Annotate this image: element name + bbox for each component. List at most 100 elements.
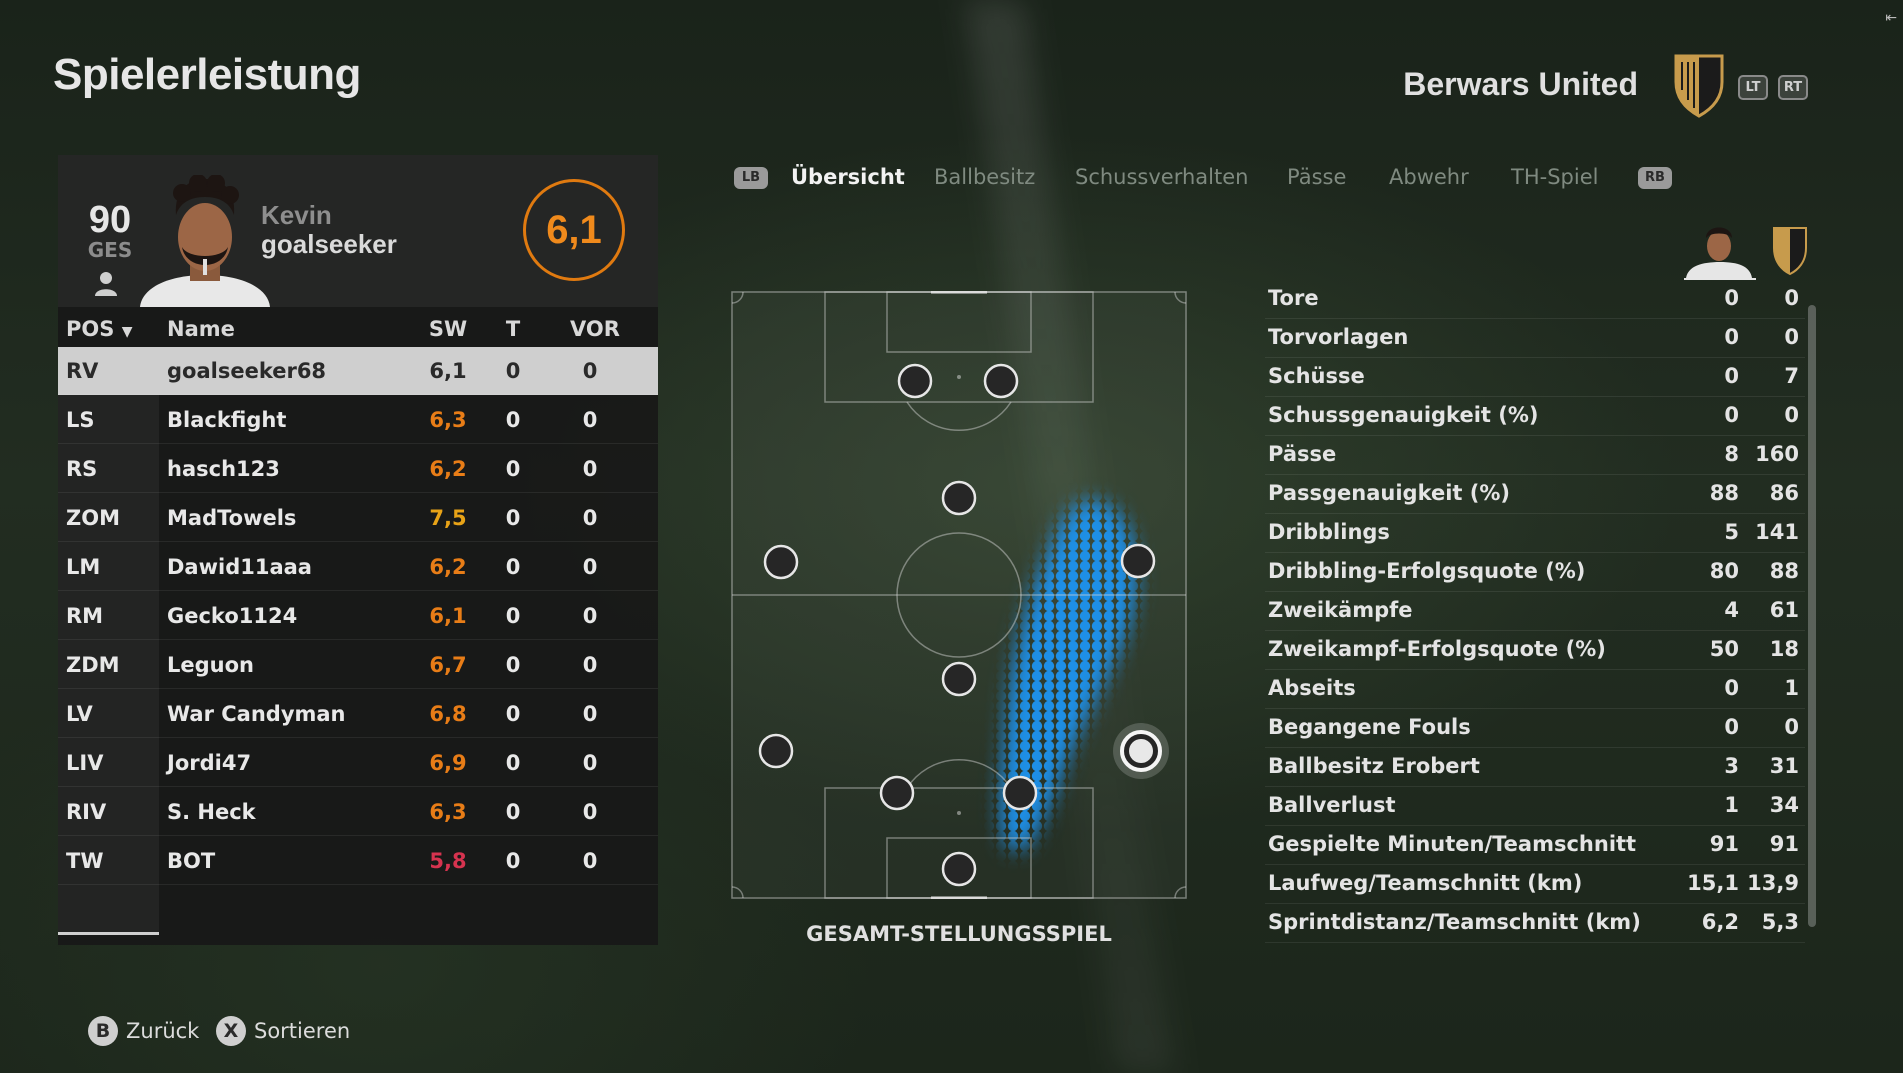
stat-team-value: 0 (1784, 325, 1799, 349)
tab-schussverhalten[interactable]: Schussverhalten (1075, 165, 1248, 189)
row-assists: 0 (582, 702, 598, 726)
marker-zdm (941, 661, 977, 697)
tab-ballbesitz[interactable]: Ballbesitz (934, 165, 1035, 189)
table-row[interactable]: LV War Candyman 6,8 0 0 (58, 690, 658, 738)
marker-lm (763, 544, 799, 580)
stat-row: Schussgenauigkeit (%) 0 0 (1265, 397, 1805, 436)
row-position: RS (66, 457, 98, 481)
marker-liv (879, 775, 915, 811)
stat-player-value: 4 (1724, 598, 1739, 622)
marker-rs (983, 363, 1019, 399)
table-row[interactable]: LIV Jordi47 6,9 0 0 (58, 739, 658, 787)
stat-row: Gespielte Minuten/Teamschnitt 91 91 (1265, 826, 1805, 865)
marker-tw (941, 851, 977, 887)
exit-icon: ⇤ (1885, 10, 1897, 26)
row-player-name: Dawid11aaa (167, 555, 312, 579)
player-avatar (140, 175, 270, 307)
stat-label: Ballbesitz Erobert (1268, 754, 1480, 778)
lb-bumper-button[interactable]: LB (734, 167, 768, 189)
stat-label: Sprintdistanz/Teamschnitt (km) (1268, 910, 1641, 934)
player-avatar-icon (1684, 227, 1756, 280)
stat-player-value: 0 (1724, 676, 1739, 700)
stats-scrollbar[interactable] (1808, 305, 1816, 927)
rt-trigger-button[interactable]: RT (1778, 75, 1808, 100)
table-row[interactable]: RIV S. Heck 6,3 0 0 (58, 788, 658, 836)
tab-abwehr[interactable]: Abwehr (1389, 165, 1469, 189)
row-goals: 0 (505, 555, 521, 579)
row-goals: 0 (505, 604, 521, 628)
row-assists: 0 (582, 359, 598, 383)
player-ratings-panel: 90 GES Kevin goalseeker 6,1 POS ▼ Name S… (58, 155, 658, 945)
stat-team-value: 141 (1755, 520, 1799, 544)
row-assists: 0 (582, 408, 598, 432)
stat-label: Ballverlust (1268, 793, 1396, 817)
stat-row: Begangene Fouls 0 0 (1265, 709, 1805, 748)
table-row[interactable]: RV goalseeker68 6,1 0 0 (58, 347, 658, 395)
table-row[interactable]: RM Gecko1124 6,1 0 0 (58, 592, 658, 640)
stat-player-value: 0 (1724, 325, 1739, 349)
club-name: Berwars United (1403, 66, 1638, 102)
tab-uebersicht[interactable]: Übersicht (791, 165, 905, 189)
row-goals: 0 (505, 408, 521, 432)
row-rating: 6,2 (429, 457, 467, 481)
stat-team-value: 34 (1769, 793, 1799, 817)
row-assists: 0 (582, 604, 598, 628)
table-row[interactable]: LM Dawid11aaa 6,2 0 0 (58, 543, 658, 591)
stat-player-value: 6,2 (1701, 910, 1739, 934)
row-position: LIV (66, 751, 104, 775)
table-row[interactable]: ZOM MadTowels 7,5 0 0 (58, 494, 658, 542)
tab-th-spiel[interactable]: TH-Spiel (1511, 165, 1598, 189)
stat-label: Schussgenauigkeit (%) (1268, 403, 1539, 427)
row-player-name: MadTowels (167, 506, 297, 530)
row-rating: 6,9 (429, 751, 467, 775)
stat-label: Schüsse (1268, 364, 1365, 388)
stat-player-value: 0 (1724, 286, 1739, 310)
row-rating: 5,8 (429, 849, 467, 873)
sort-down-icon: ▼ (121, 324, 133, 340)
row-rating: 7,5 (429, 506, 467, 530)
lt-trigger-button[interactable]: LT (1738, 75, 1768, 100)
row-position: ZOM (66, 506, 120, 530)
row-assists: 0 (582, 849, 598, 873)
stat-label: Passgenauigkeit (%) (1268, 481, 1511, 505)
rb-bumper-button[interactable]: RB (1638, 167, 1672, 189)
stat-label: Tore (1268, 286, 1319, 310)
stat-player-value: 5 (1724, 520, 1739, 544)
row-player-name: S. Heck (167, 800, 256, 824)
table-row[interactable]: TW BOT 5,8 0 0 (58, 837, 658, 885)
tab-paesse[interactable]: Pässe (1287, 165, 1346, 189)
table-row[interactable]: RS hasch123 6,2 0 0 (58, 445, 658, 493)
stat-team-value: 7 (1784, 364, 1799, 388)
stat-row: Zweikampf-Erfolgsquote (%) 50 18 (1265, 631, 1805, 670)
row-position: RV (66, 359, 99, 383)
player-first-name: Kevin (261, 200, 332, 230)
stat-label: Dribblings (1268, 520, 1390, 544)
row-player-name: BOT (167, 849, 216, 873)
stat-team-value: 18 (1769, 637, 1799, 661)
stat-row: Ballbesitz Erobert 3 31 (1265, 748, 1805, 787)
header-sw: SW (428, 317, 468, 341)
row-assists: 0 (582, 457, 598, 481)
row-goals: 0 (505, 751, 521, 775)
header-name: Name (167, 317, 235, 341)
player-last-name: goalseeker (261, 229, 397, 259)
marker-riv (1002, 775, 1038, 811)
stat-team-value: 91 (1769, 832, 1799, 856)
stat-label: Zweikämpfe (1268, 598, 1413, 622)
marker-ls (897, 363, 933, 399)
table-row[interactable]: ZDM Leguon 6,7 0 0 (58, 641, 658, 689)
stat-team-value: 0 (1784, 715, 1799, 739)
x-button-icon: X (216, 1016, 246, 1046)
stat-team-value: 61 (1769, 598, 1799, 622)
stat-team-value: 31 (1769, 754, 1799, 778)
stat-team-value: 160 (1755, 442, 1799, 466)
sort-by-position-header[interactable]: POS ▼ (66, 317, 132, 341)
row-assists: 0 (582, 800, 598, 824)
table-row[interactable]: LS Blackfight 6,3 0 0 (58, 396, 658, 444)
row-rating: 6,2 (429, 555, 467, 579)
header-t: T (505, 317, 521, 341)
stat-player-value: 1 (1724, 793, 1739, 817)
row-player-name: Blackfight (167, 408, 287, 432)
stat-team-value: 13,9 (1747, 871, 1799, 895)
stat-row: Zweikämpfe 4 61 (1265, 592, 1805, 631)
